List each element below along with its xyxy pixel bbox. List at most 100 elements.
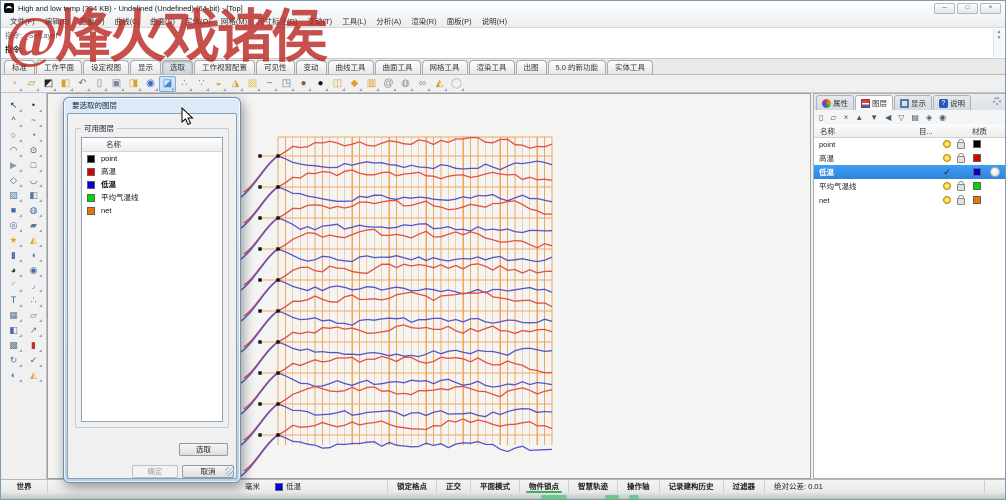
patch-surface-tool-icon[interactable]: ▧ [6,188,22,203]
dialog-layer-row-平均气温线[interactable]: 平均气温线 [82,191,222,204]
material-ball-icon[interactable] [990,167,1000,177]
toolbar-tab-5.0 的新功能[interactable]: 5.0 的新功能 [547,60,607,74]
select-curves-icon[interactable]: ▱ [23,76,40,92]
select-clip-icon[interactable]: ▣ [108,76,125,92]
title-bar[interactable]: High and low temp (394 KB) - Undefined (… [1,1,1005,15]
dark-sphere-tool-icon[interactable]: ◕ [6,263,22,278]
select-points-icon[interactable]: ▫ [6,76,23,92]
select-hatch-icon[interactable]: ▨ [244,76,261,92]
rectangle-tool-icon[interactable]: □ [26,158,42,173]
menu-item-14[interactable]: 说明(H) [477,16,512,27]
rotate-tool-icon[interactable]: ↻ [6,353,22,368]
command-area[interactable]: 指令: _SelLayer 指令: ▲ ▼ [1,28,1005,59]
lock-cell[interactable] [954,181,968,191]
cube-tool-icon[interactable]: ◧ [6,323,22,338]
panel-tab-图层[interactable]: 图层 [855,95,893,110]
array-tool-icon[interactable]: ▩ [6,338,22,353]
pipe-tool-icon[interactable]: ◖ [26,248,42,263]
current-layer-cell[interactable]: 低温 [275,481,301,493]
layer-color-swatch[interactable] [972,168,981,176]
command-prompt[interactable]: 指令: [5,44,23,55]
layer-help-icon[interactable]: ◉ [939,113,946,122]
toolbar-tab-显示[interactable]: 显示 [130,60,161,74]
layer-color-swatch[interactable] [972,182,981,190]
menu-item-8[interactable]: 尺寸标注(D) [252,16,302,27]
menu-item-10[interactable]: 工具(L) [337,16,371,27]
cap-tool-icon[interactable]: ◐ [6,368,22,383]
color-cell[interactable] [968,154,985,162]
select-gear-icon[interactable]: ◍ [397,76,414,92]
layer-properties-icon[interactable]: ▤ [911,113,919,122]
delete-layer-icon[interactable]: × [844,113,849,122]
burst-tool-icon[interactable]: ◭ [26,233,42,248]
torus-tool-icon[interactable]: ◎ [6,218,22,233]
move-tool-icon[interactable]: ↗ [26,323,42,338]
point-cloud-tool-icon[interactable]: ∴ [26,293,42,308]
lock-cell[interactable] [954,195,968,205]
gear-icon[interactable] [993,97,1001,105]
menu-item-2[interactable]: 编辑(E) [40,16,75,27]
toolbar-tab-工作平面[interactable]: 工作平面 [36,60,82,74]
layer-row-低温[interactable]: 低温 ✓ [814,165,1005,179]
cone-curve-tool-icon[interactable]: ▶ [6,158,22,173]
status-toggle-正交[interactable]: 正交 [436,480,470,493]
toolbar-tab-选取[interactable]: 选取 [162,60,193,74]
select-box-icon[interactable]: ◨ [125,76,142,92]
select-black-sphere-icon[interactable]: ● [312,76,329,92]
toolbar-tab-曲面工具[interactable]: 曲面工具 [374,60,421,74]
toolbar-tab-工作视窗配置[interactable]: 工作视窗配置 [194,60,255,74]
menu-item-3[interactable]: 查看(V) [75,16,110,27]
panel-tab-说明[interactable]: 说明 [933,95,971,110]
copy-tool-icon[interactable]: ▱ [26,308,42,323]
toolbar-tab-网格工具[interactable]: 网格工具 [421,60,468,74]
color-cell[interactable] [968,140,985,148]
undo-selection-icon[interactable]: ↶ [74,76,91,92]
color-cell[interactable] [968,182,985,190]
lock-cell[interactable] [954,153,968,163]
move-down-icon[interactable]: ▼ [870,113,878,122]
point-tool-icon[interactable]: • [26,98,42,113]
dialog-layer-row-net[interactable]: net [82,204,222,217]
scroll-down-icon[interactable]: ▼ [994,35,1004,41]
select-by-layer-icon[interactable]: ◪ [159,75,176,92]
spheres-tool-icon[interactable]: ◉ [26,263,42,278]
status-toggle-记录建构历史[interactable]: 记录建构历史 [658,480,723,493]
layer-lock-icon[interactable] [957,153,965,163]
fillet-tool-icon[interactable]: ◜ [6,278,22,293]
select-lamp-icon[interactable]: ▯ [91,76,108,92]
visibility-cell[interactable] [940,154,954,162]
select-boundary-icon[interactable]: ◳ [278,76,295,92]
circle-tool-icon[interactable]: ○ [6,128,22,143]
visibility-cell[interactable] [940,182,954,190]
toolbar-tab-曲线工具[interactable]: 曲线工具 [327,60,374,74]
select-polyline-icon[interactable]: ~ [261,76,278,92]
plane-tool-icon[interactable]: ▰ [26,218,42,233]
layer-color-swatch[interactable] [972,196,981,204]
select-color-wheel-icon[interactable]: ◉ [142,76,159,92]
pin-tool-icon[interactable]: ▮ [26,338,42,353]
toolbar-tab-渲染工具[interactable]: 渲染工具 [468,60,515,74]
close-button[interactable]: × [980,3,1001,14]
chamfer-tool-icon[interactable]: ◞ [26,278,42,293]
menu-item-1[interactable]: 文件(F) [5,16,40,27]
filter-icon[interactable]: ▽ [898,113,904,122]
visibility-cell[interactable] [940,140,954,148]
block-tool-icon[interactable]: ▦ [6,308,22,323]
menu-item-13[interactable]: 面板(P) [442,16,477,27]
color-cell[interactable] [968,196,985,204]
box-tool-icon[interactable]: ■ [6,203,22,218]
status-toggle-物件锁点[interactable]: 物件锁点 [519,480,568,493]
tube-tool-icon[interactable]: ▮ [6,248,22,263]
layer-tools-icon[interactable]: ◈ [926,113,932,122]
maximize-button[interactable]: □ [957,3,978,14]
minimize-button[interactable]: ─ [934,3,955,14]
sphere-tool-icon[interactable]: ◍ [26,203,42,218]
layer-visibility-bulb-icon[interactable] [943,182,951,190]
toolbar-tab-实体工具[interactable]: 实体工具 [607,60,654,74]
status-toggle-操作轴[interactable]: 操作轴 [617,480,659,493]
new-layer-icon[interactable]: ▯ [819,113,823,122]
select-scatter-icon[interactable]: ∵ [193,76,210,92]
layer-row-point[interactable]: point [814,137,1005,151]
invert-selection-icon[interactable]: ◩ [40,76,57,92]
status-toggle-智慧轨迹[interactable]: 智慧轨迹 [568,480,617,493]
